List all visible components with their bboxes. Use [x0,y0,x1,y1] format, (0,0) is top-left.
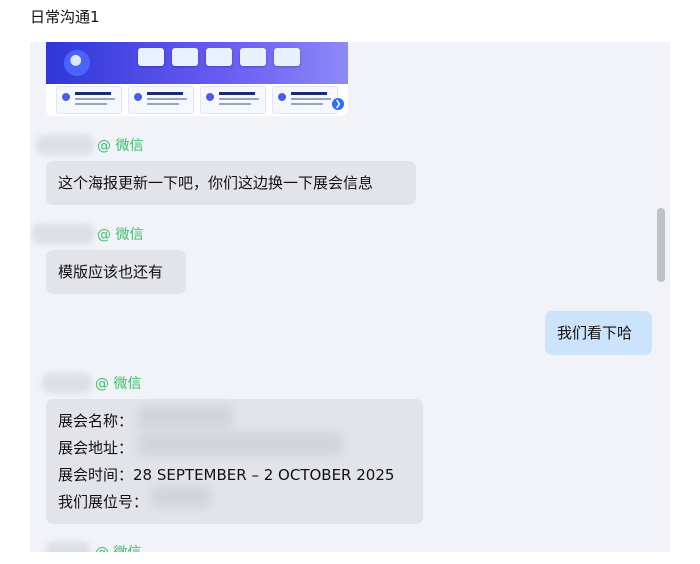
redacted-exhibition-name [138,405,233,429]
exhibition-time-value: 28 SEPTEMBER – 2 OCTOBER 2025 [133,466,395,484]
wechat-tag: @ 微信 [97,138,144,154]
product-icon [138,48,164,66]
vertical-scrollbar[interactable] [657,208,665,282]
message-bubble[interactable]: 这个海报更新一下吧，你们这边换一下展会信息 [46,161,416,205]
share-icon[interactable]: ❯ [332,98,344,110]
wechat-tag: @ 微信 [97,227,144,243]
exhibition-time-label: 展会时间： [58,466,134,484]
product-icon [172,48,198,66]
poster-image[interactable]: ❯ [46,42,348,116]
poster-tile [200,86,266,114]
exhibition-time-row: 展会时间：28 SEPTEMBER – 2 OCTOBER 2025 [58,464,394,485]
exhibition-address-label: 展会地址： [58,439,134,457]
poster-tile [56,86,122,114]
sender-name-redacted [36,135,94,155]
robot-icon [64,50,90,76]
window-title: 日常沟通1 [30,8,100,26]
poster-tile [272,86,338,114]
poster-tile [128,86,194,114]
redacted-exhibition-address [138,432,343,456]
sender-name-redacted [32,224,94,244]
product-icon [240,48,266,66]
product-icon [206,48,232,66]
chat-panel[interactable]: ❯ @ 微信 这个海报更新一下吧，你们这边换一下展会信息 @ 微信 模版应该也还… [30,42,670,552]
sender-name-redacted [42,373,92,393]
message-bubble[interactable]: 模版应该也还有 [46,250,186,294]
exhibition-info-bubble[interactable]: 展会名称： 展会地址： 展会时间：28 SEPTEMBER – 2 OCTOBE… [46,399,423,524]
sender-name-redacted [46,542,90,552]
redacted-booth-number [151,486,211,508]
product-icon [274,48,300,66]
exhibition-name-label: 展会名称： [58,412,134,430]
booth-number-label: 我们展位号： [58,493,149,511]
my-message-bubble[interactable]: 我们看下哈 [545,311,652,355]
wechat-tag: @ 微信 [95,376,142,392]
wechat-tag: @ 微信 [95,542,141,552]
